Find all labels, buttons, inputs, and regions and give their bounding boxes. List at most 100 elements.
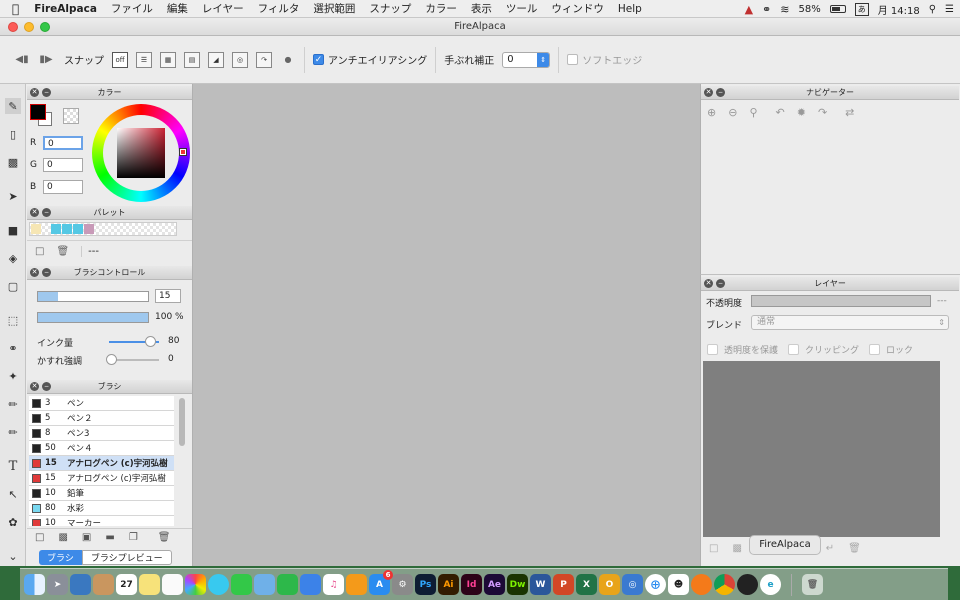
canvas-area[interactable] xyxy=(193,84,700,566)
photos-icon[interactable] xyxy=(185,574,206,595)
redo-icon[interactable]: ▮▶ xyxy=(38,52,54,68)
undo-icon[interactable]: ◀▮ xyxy=(14,52,30,68)
snap-crisscross-icon[interactable]: ▤ xyxy=(184,51,200,68)
snap-grid-icon[interactable]: ▦ xyxy=(160,51,176,68)
menu-help[interactable]: Help xyxy=(611,3,649,15)
new-8bit-layer-icon[interactable]: ▩ xyxy=(732,543,741,554)
edge-app-icon[interactable]: e xyxy=(760,574,781,595)
spotlight-icon[interactable]: ⚲ xyxy=(929,4,936,15)
close-panel-icon[interactable]: ✕ xyxy=(30,268,39,277)
b-input[interactable]: 0 xyxy=(43,180,83,194)
menu-filter[interactable]: フィルタ xyxy=(251,1,307,16)
firealpaca-icon[interactable]: ☻ xyxy=(668,574,689,595)
collapse-panel-icon[interactable]: − xyxy=(42,88,51,97)
menu-file[interactable]: ファイル xyxy=(104,1,160,16)
lock-checkbox[interactable] xyxy=(869,344,881,355)
zoom-in-icon[interactable]: ⊕ xyxy=(707,106,716,119)
menu-window[interactable]: ウィンドウ xyxy=(544,1,611,16)
eyedropper-tool-icon[interactable]: ✿ xyxy=(5,514,21,530)
primary-color-swatch[interactable] xyxy=(30,104,46,120)
collapse-panel-icon[interactable]: − xyxy=(716,279,725,288)
soft-edge-checkbox[interactable] xyxy=(567,54,579,65)
powerpoint-icon[interactable]: P xyxy=(553,574,574,595)
palette-grid[interactable] xyxy=(29,222,177,236)
brush-size-input[interactable]: 15 xyxy=(155,289,181,303)
collapse-panel-icon[interactable]: − xyxy=(42,382,51,391)
illustrator-icon[interactable]: Ai xyxy=(438,574,459,595)
lock-label[interactable]: ロック xyxy=(886,343,913,356)
brush-row[interactable]: 50 ペン４ xyxy=(29,441,174,456)
palette-swatch[interactable] xyxy=(84,224,94,234)
operation-tool-icon[interactable]: ↖ xyxy=(5,486,21,502)
hue-marker[interactable] xyxy=(179,148,187,156)
brush-settings-icon[interactable]: ▩ xyxy=(58,532,67,543)
tab-brush[interactable]: ブラシ xyxy=(39,550,82,565)
minimize-window-button[interactable] xyxy=(24,22,34,32)
snap-circle-icon[interactable]: ◎ xyxy=(232,51,248,68)
collapse-panel-icon[interactable]: − xyxy=(42,268,51,277)
ink-slider[interactable] xyxy=(109,336,159,347)
notification-center-icon[interactable]: ☰ xyxy=(945,4,954,15)
lasso-tool-icon[interactable]: ⚭ xyxy=(5,340,21,356)
close-window-button[interactable] xyxy=(8,22,18,32)
zoom-window-button[interactable] xyxy=(40,22,50,32)
dot-tool-icon[interactable]: ▩ xyxy=(5,154,21,170)
dreamweaver-icon[interactable]: Dw xyxy=(507,574,528,595)
menu-selection[interactable]: 選択範囲 xyxy=(306,1,362,16)
protect-alpha-checkbox[interactable] xyxy=(707,344,718,355)
calendar-icon[interactable]: 27 xyxy=(116,574,137,595)
warning-icon[interactable]: ▲ xyxy=(745,3,753,16)
move-tool-icon[interactable]: ➤ xyxy=(5,188,21,204)
menu-snap[interactable]: スナップ xyxy=(362,1,418,16)
bucket-tool-icon[interactable]: ◈ xyxy=(5,250,21,266)
delete-layer-icon[interactable]: 🗑 xyxy=(848,543,861,554)
itunes-icon[interactable]: ♫ xyxy=(323,574,344,595)
snap-vanishing-point-icon[interactable]: ◢ xyxy=(208,51,224,68)
select-pen-tool-icon[interactable]: ✏ xyxy=(5,396,21,412)
blur-slider[interactable] xyxy=(106,354,159,365)
clock[interactable]: 月 14:18 xyxy=(878,2,920,17)
layer-list[interactable] xyxy=(703,361,940,537)
ibooks-icon[interactable] xyxy=(346,574,367,595)
merge-down-icon[interactable]: ↵ xyxy=(826,543,834,554)
system-preferences-icon[interactable]: ⚙ xyxy=(392,574,413,595)
numbers-icon[interactable] xyxy=(277,574,298,595)
fill-tool-icon[interactable]: ■ xyxy=(5,222,21,238)
menu-view[interactable]: 表示 xyxy=(464,1,499,16)
antialias-checkbox[interactable]: ✓ xyxy=(313,54,324,65)
palette-swatch[interactable] xyxy=(73,224,83,234)
apple-icon[interactable]:  xyxy=(0,2,27,16)
trash-icon[interactable]: 🗑 xyxy=(158,532,171,543)
firefox-icon[interactable] xyxy=(691,574,712,595)
blend-select[interactable]: 通常 ⇕ xyxy=(751,315,949,330)
after-effects-icon[interactable]: Ae xyxy=(484,574,505,595)
menu-app-name[interactable]: FireAlpaca xyxy=(27,3,104,15)
battery-percent[interactable]: 58% xyxy=(798,4,820,15)
close-panel-icon[interactable]: ✕ xyxy=(30,382,39,391)
snap-off-icon[interactable]: off xyxy=(112,51,128,68)
antialias-label[interactable]: アンチエイリアシング xyxy=(328,52,427,67)
transparent-color-swatch[interactable] xyxy=(63,108,79,124)
rotate-left-icon[interactable]: ↶ xyxy=(776,106,785,119)
eraser-tool-icon[interactable]: ▯ xyxy=(5,126,21,142)
creative-cloud-icon[interactable]: ⚭ xyxy=(762,3,771,16)
collapse-panel-icon[interactable]: − xyxy=(716,88,725,97)
brush-row-selected[interactable]: 15 アナログペン (c)宇河弘樹 xyxy=(29,456,174,471)
ime-indicator[interactable]: あ xyxy=(854,2,869,16)
word-icon[interactable]: W xyxy=(530,574,551,595)
close-panel-icon[interactable]: ✕ xyxy=(704,279,713,288)
select-eraser-tool-icon[interactable]: ✏ xyxy=(5,424,21,440)
reminders-icon[interactable] xyxy=(162,574,183,595)
magic-wand-tool-icon[interactable]: ✦ xyxy=(5,368,21,384)
wifi-icon[interactable]: ≋ xyxy=(780,3,789,16)
close-panel-icon[interactable]: ✕ xyxy=(704,88,713,97)
g-input[interactable]: 0 xyxy=(43,158,83,172)
brush-row[interactable]: 10 鉛筆 xyxy=(29,486,174,501)
brush-tool-icon[interactable]: ✎ xyxy=(5,98,21,114)
trash-dock-icon[interactable]: 🗑 xyxy=(802,574,823,595)
blur-slider-knob[interactable] xyxy=(106,354,117,365)
zoom-reset-icon[interactable]: ⚲ xyxy=(749,106,757,119)
saturation-value-square[interactable] xyxy=(117,128,165,178)
brush-row[interactable]: 3 ペン xyxy=(29,396,174,411)
globe-app-icon[interactable]: ◎ xyxy=(622,574,643,595)
